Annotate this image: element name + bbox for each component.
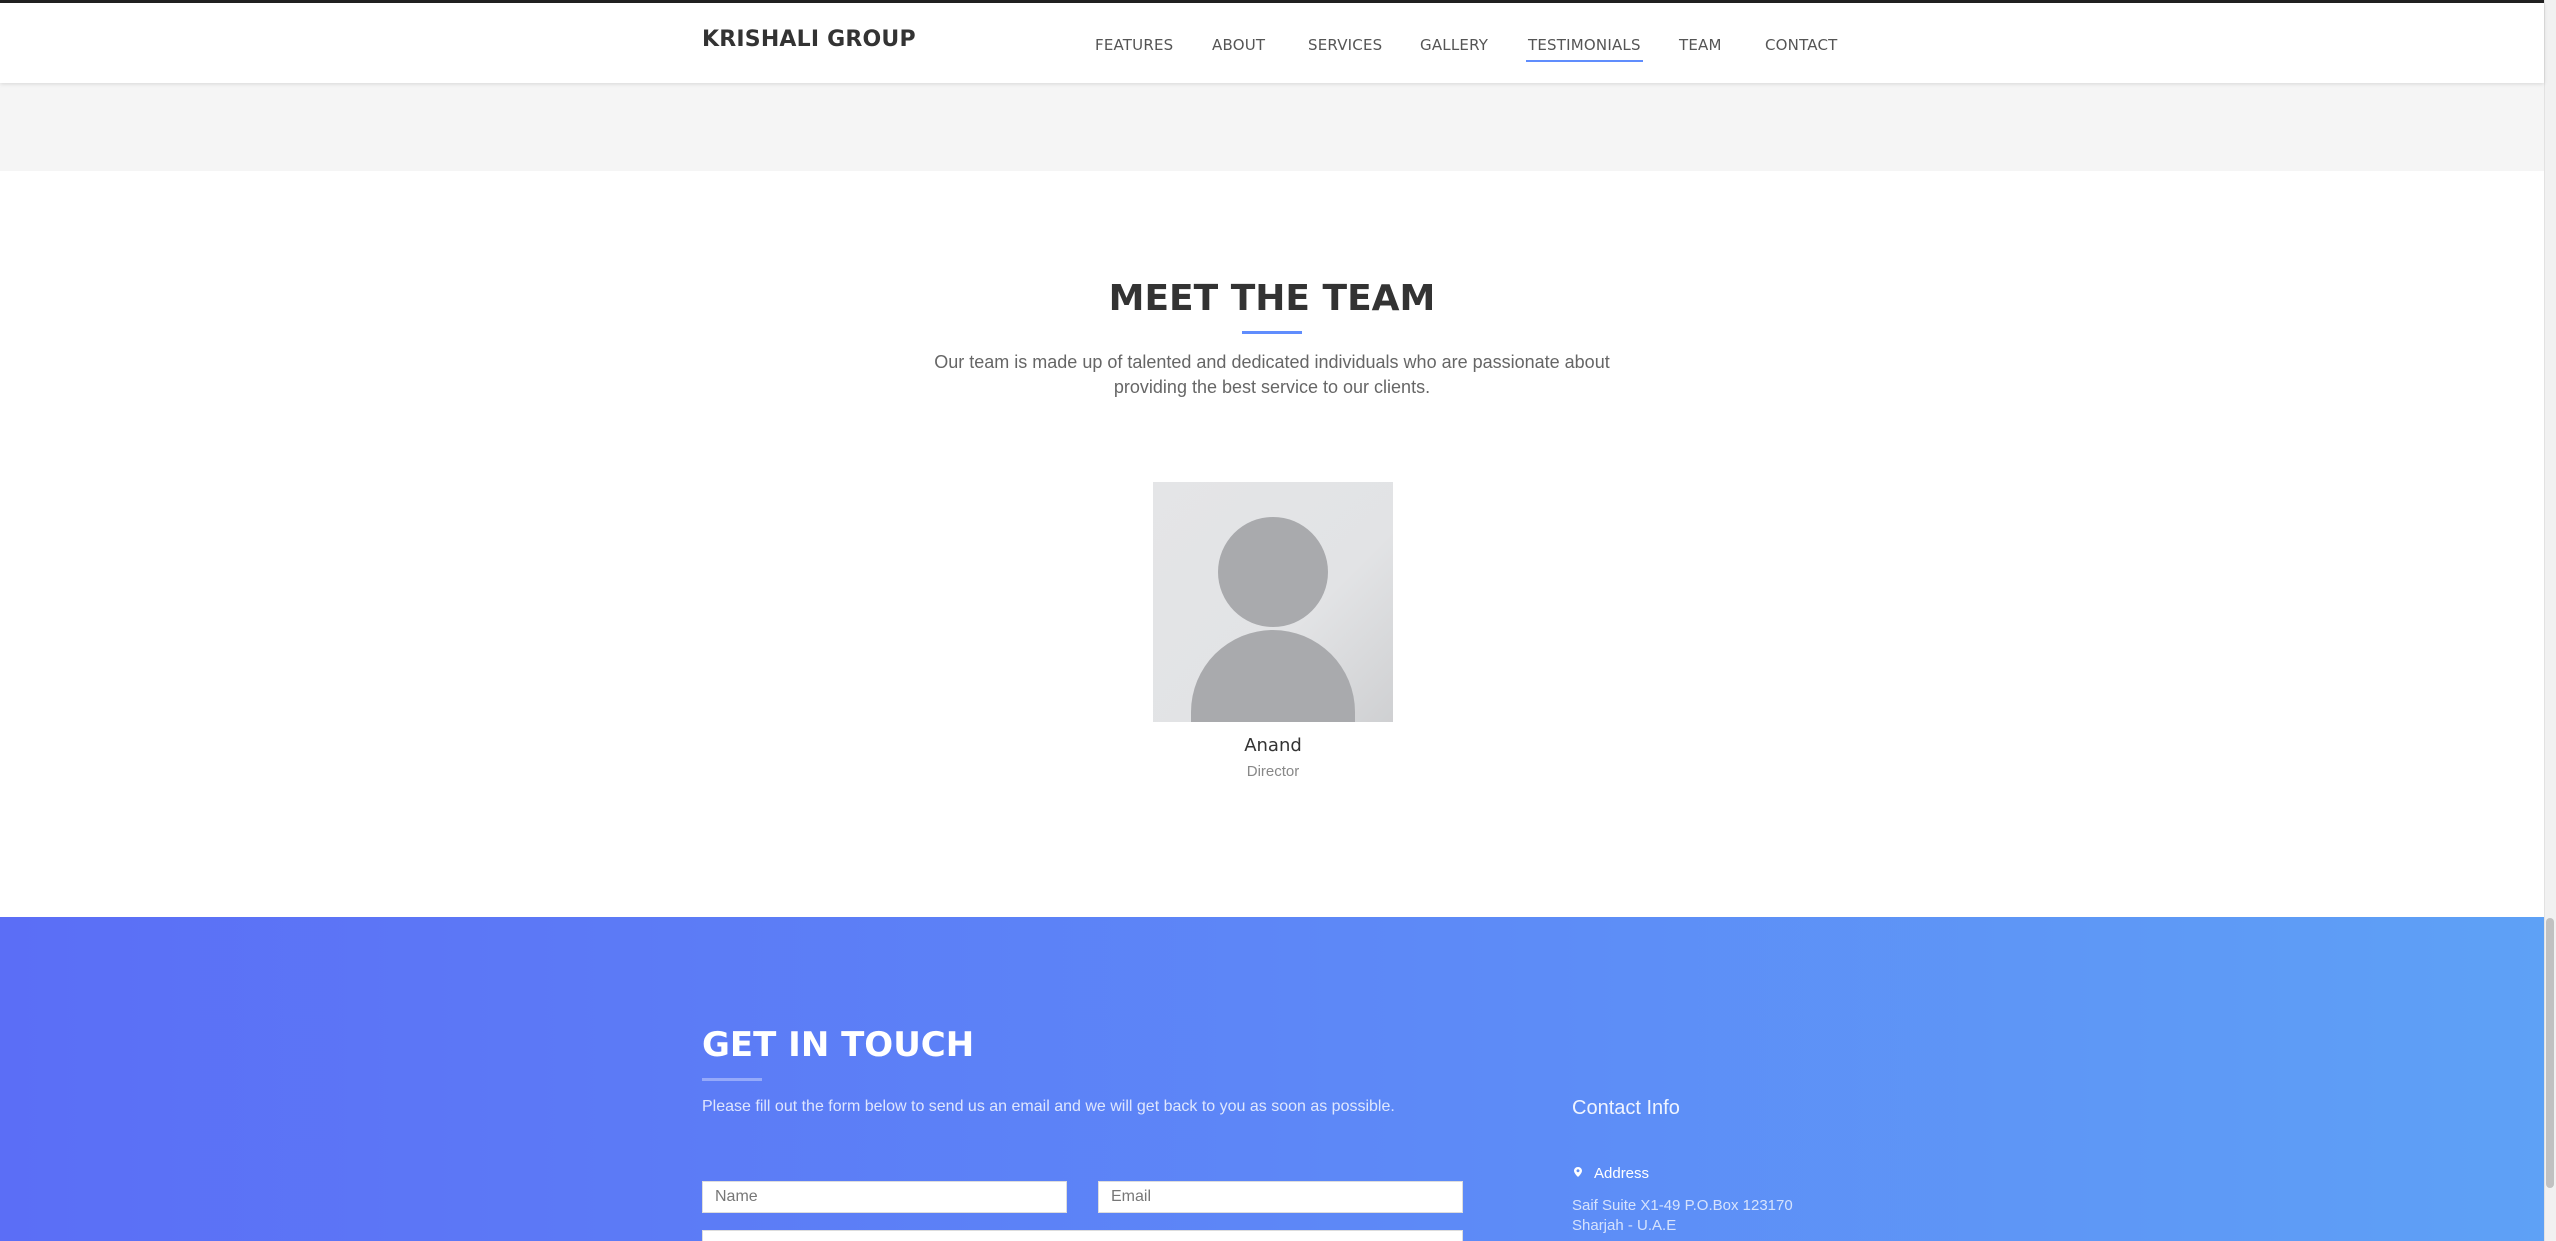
address-line: Sharjah - U.A.E (1572, 1217, 1677, 1234)
team-description: Our team is made up of talented and dedi… (934, 352, 1610, 397)
contact-title-underline (702, 1078, 762, 1081)
email-input[interactable]: Email (1098, 1181, 1463, 1213)
person-placeholder-body (1191, 630, 1355, 722)
nav-testimonials[interactable]: TESTIMONIALS (1526, 36, 1643, 62)
scrollbar-thumb[interactable] (2546, 918, 2554, 1188)
map-pin-icon (1574, 1167, 1582, 1177)
contact-description: Please fill out the form below to send u… (702, 1098, 1395, 1115)
address-line: Saif Suite X1-49 P.O.Box 123170 (1572, 1197, 1793, 1214)
navbar: KRISHALI GROUP FEATURES ABOUT SERVICES G… (0, 3, 2544, 83)
address-label: Address (1594, 1165, 1650, 1182)
message-textarea[interactable] (702, 1230, 1463, 1241)
nav-gallery[interactable]: GALLERY (1420, 36, 1488, 54)
nav-services[interactable]: SERVICES (1308, 36, 1382, 54)
testimonials-section-bottom (0, 83, 2544, 171)
contact-title: GET IN TOUCH (702, 1025, 975, 1065)
team-title: MEET THE TEAM (1108, 278, 1436, 319)
contact-info-title: Contact Info (1572, 1097, 1680, 1119)
member-avatar (1153, 482, 1393, 722)
person-placeholder-icon (1218, 517, 1328, 627)
nav-team[interactable]: TEAM (1679, 36, 1722, 54)
page-scrollbar[interactable] (2544, 0, 2556, 1241)
member-role: Director (1246, 763, 1300, 780)
nav-about[interactable]: ABOUT (1212, 36, 1265, 54)
name-input[interactable]: Name (702, 1181, 1067, 1213)
nav-contact[interactable]: CONTACT (1765, 36, 1838, 54)
member-name: Anand (1244, 735, 1302, 756)
contact-section: GET IN TOUCH Please fill out the form be… (0, 917, 2544, 1241)
brand-logo[interactable]: KRISHALI GROUP (702, 27, 916, 52)
nav-features[interactable]: FEATURES (1095, 36, 1173, 54)
team-title-underline (1242, 331, 1302, 334)
